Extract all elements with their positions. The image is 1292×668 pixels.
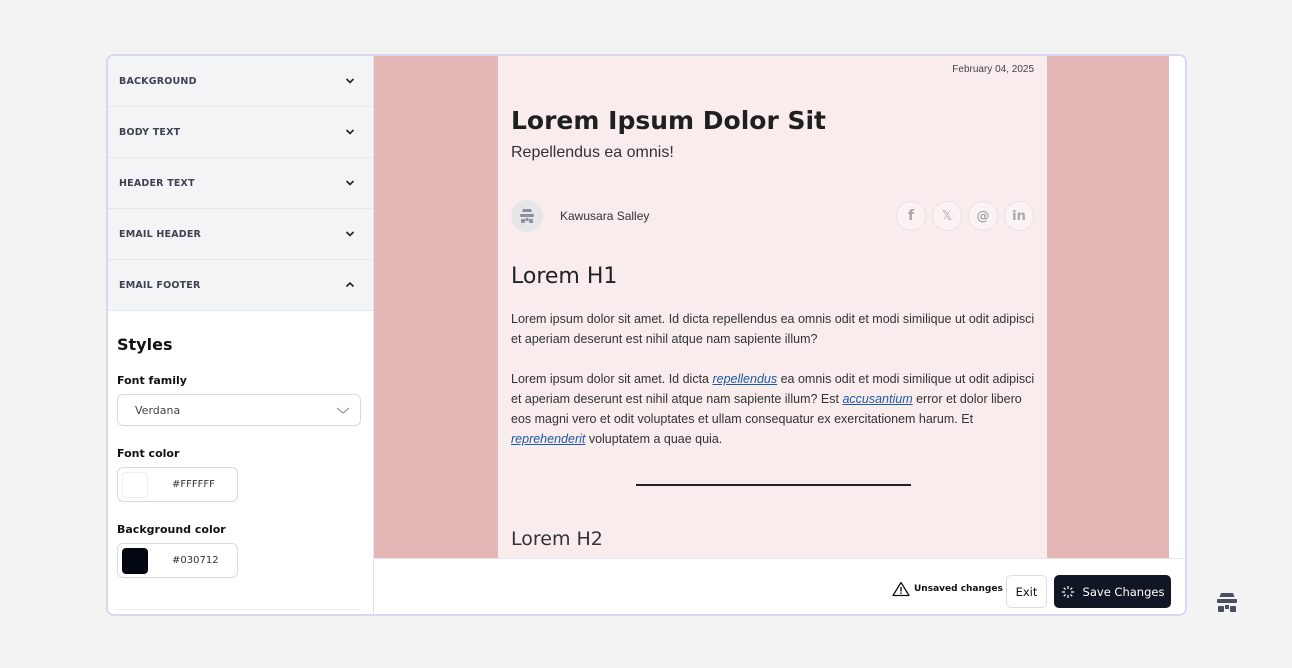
hive-logo-icon	[1217, 593, 1237, 612]
unsaved-label: Unsaved changes	[914, 584, 1003, 594]
background-color-picker[interactable]: #030712	[117, 543, 238, 578]
email-title: Lorem Ipsum Dolor Sit	[511, 106, 827, 135]
font-color-label: Font color	[117, 447, 180, 460]
section-email-footer[interactable]: EMAIL FOOTER	[108, 260, 373, 311]
chevron-down-icon	[345, 180, 355, 186]
sidebar: BACKGROUND BODY TEXT HEADER TEXT EMAIL H…	[108, 56, 374, 614]
link-reprehenderit[interactable]: reprehenderit	[511, 432, 585, 446]
background-color-swatch[interactable]	[122, 547, 148, 574]
heading-h2: Lorem H2	[511, 528, 603, 550]
email-editor-window: BACKGROUND BODY TEXT HEADER TEXT EMAIL H…	[106, 54, 1187, 616]
action-bar: Unsaved changes Exit Save Changes	[374, 558, 1185, 614]
section-email-header[interactable]: EMAIL HEADER	[108, 209, 373, 260]
hive-logo-icon	[520, 209, 534, 223]
font-family-value: Verdana	[135, 403, 181, 417]
paragraph-text: voluptatem a quae quia.	[585, 432, 723, 446]
horizontal-rule	[636, 484, 911, 486]
section-label: BACKGROUND	[119, 75, 197, 87]
chevron-down-icon	[336, 407, 350, 414]
exit-button[interactable]: Exit	[1006, 575, 1047, 608]
email-date: February 04, 2025	[952, 64, 1034, 75]
email-preview: February 04, 2025 Lorem Ipsum Dolor Sit …	[374, 56, 1169, 558]
chevron-down-icon	[345, 129, 355, 135]
author-row: Kawusara Salley f 𝕏 @ in	[511, 199, 1034, 233]
section-label: BODY TEXT	[119, 126, 181, 138]
chevron-up-icon	[345, 281, 355, 288]
divider	[117, 609, 361, 610]
author-name: Kawusara Salley	[560, 209, 650, 223]
paragraph-2: Lorem ipsum dolor sit amet. Id dicta rep…	[511, 369, 1037, 449]
link-accusantium[interactable]: accusantium	[842, 392, 912, 406]
font-color-picker[interactable]: #FFFFFF	[117, 467, 238, 502]
font-color-hex: #FFFFFF	[172, 479, 215, 490]
chevron-down-icon	[345, 231, 355, 237]
warning-icon	[892, 581, 910, 597]
save-label: Save Changes	[1082, 584, 1165, 599]
save-changes-button[interactable]: Save Changes	[1054, 575, 1171, 608]
font-color-swatch[interactable]	[122, 471, 148, 498]
heading-h1: Lorem H1	[511, 264, 618, 289]
chevron-down-icon	[345, 78, 355, 84]
section-background[interactable]: BACKGROUND	[108, 56, 373, 107]
paragraph-1: Lorem ipsum dolor sit amet. Id dicta rep…	[511, 312, 1035, 346]
email-subtitle: Repellendus ea omnis!	[511, 144, 674, 161]
section-body-text[interactable]: BODY TEXT	[108, 107, 373, 158]
paragraph-text: Lorem ipsum dolor sit amet. Id dicta	[511, 372, 713, 386]
font-family-select[interactable]: Verdana	[117, 394, 361, 426]
facebook-icon[interactable]: f	[896, 201, 926, 231]
section-header-text[interactable]: HEADER TEXT	[108, 158, 373, 209]
avatar	[511, 200, 543, 232]
section-label: EMAIL HEADER	[119, 228, 202, 240]
unsaved-changes-indicator: Unsaved changes	[892, 581, 1003, 597]
x-icon[interactable]: 𝕏	[932, 201, 962, 231]
styles-panel: Styles Font family Verdana Font color #F…	[108, 311, 373, 578]
sparkle-icon	[1061, 585, 1074, 598]
background-color-label: Background color	[117, 523, 226, 536]
font-family-label: Font family	[117, 374, 187, 387]
section-label: HEADER TEXT	[119, 177, 195, 189]
link-repellendus[interactable]: repellendus	[712, 372, 777, 386]
email-body: February 04, 2025 Lorem Ipsum Dolor Sit …	[498, 56, 1047, 558]
linkedin-icon[interactable]: in	[1004, 201, 1034, 231]
social-links: f 𝕏 @ in	[896, 201, 1034, 231]
threads-icon[interactable]: @	[968, 201, 998, 231]
styles-title: Styles	[117, 335, 173, 354]
section-label: EMAIL FOOTER	[119, 279, 201, 291]
background-color-hex: #030712	[172, 555, 219, 566]
